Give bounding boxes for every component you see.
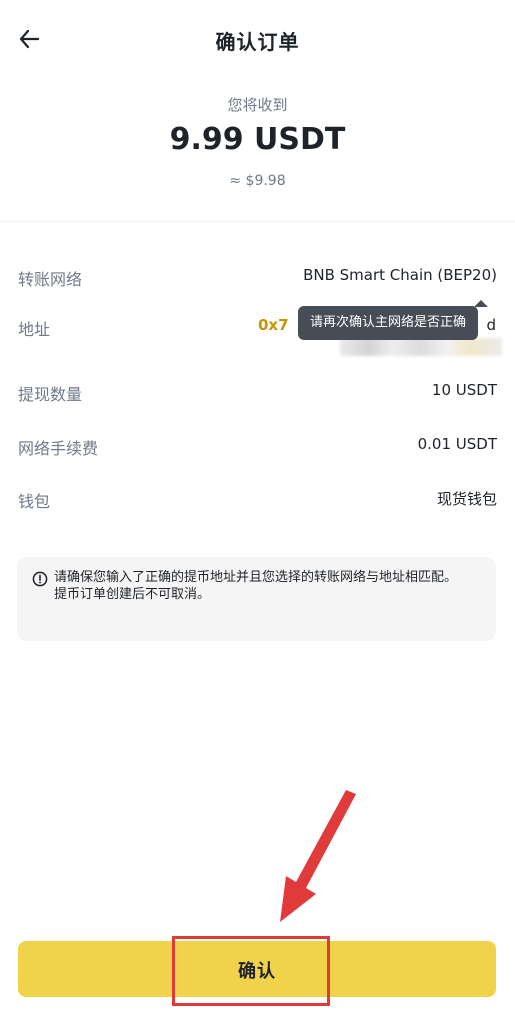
network-label: 转账网络 [18,270,83,289]
tooltip-arrow [474,300,488,307]
network-fee-value: 0.01 USDT [417,435,497,453]
receive-amount: 9.99 USDT [169,122,346,157]
withdraw-amount-value: 10 USDT [431,381,497,399]
page-title: 确认订单 [215,30,300,54]
withdraw-amount-row: 提现数量 10 USDT [18,381,497,405]
address-tail: d [486,316,496,334]
wallet-value: 现货钱包 [436,490,497,508]
network-row: 转账网络 BNB Smart Chain (BEP20) [18,266,497,290]
network-tooltip: 请再次确认主网络是否正确 [298,306,479,340]
network-value: BNB Smart Chain (BEP20) [303,266,497,284]
notice-box: 请确保您输入了正确的提币地址并且您选择的转账网络与地址相匹配。 提币订单创建后不… [17,557,496,641]
withdraw-amount-label: 提现数量 [18,385,83,404]
confirm-order-page: 确认订单 您将收到 9.99 USDT ≈ $9.98 转账网络 BNB Sma… [0,0,515,1022]
network-fee-row: 网络手续费 0.01 USDT [18,435,497,459]
wallet-row: 钱包 现货钱包 [18,488,497,512]
annotation-arrow [280,790,356,922]
notice-line-2: 提币订单创建后不可取消。 [54,587,211,602]
address-label: 地址 [18,320,51,339]
notice-text: 请确保您输入了正确的提币地址并且您选择的转账网络与地址相匹配。 提币订单创建后不… [54,569,484,603]
header: 确认订单 [0,0,515,80]
wallet-label: 钱包 [18,492,51,511]
notice-line-1: 请确保您输入了正确的提币地址并且您选择的转账网络与地址相匹配。 [54,570,458,585]
receive-label: 您将收到 [227,96,288,114]
annotation-highlight-box [172,936,330,1006]
info-circle-icon [32,571,48,587]
network-fee-label: 网络手续费 [18,439,99,458]
address-redacted [340,338,502,356]
address-prefix: 0x7 [258,316,289,334]
divider [0,221,515,222]
receive-approx-value: ≈ $9.98 [229,173,286,189]
